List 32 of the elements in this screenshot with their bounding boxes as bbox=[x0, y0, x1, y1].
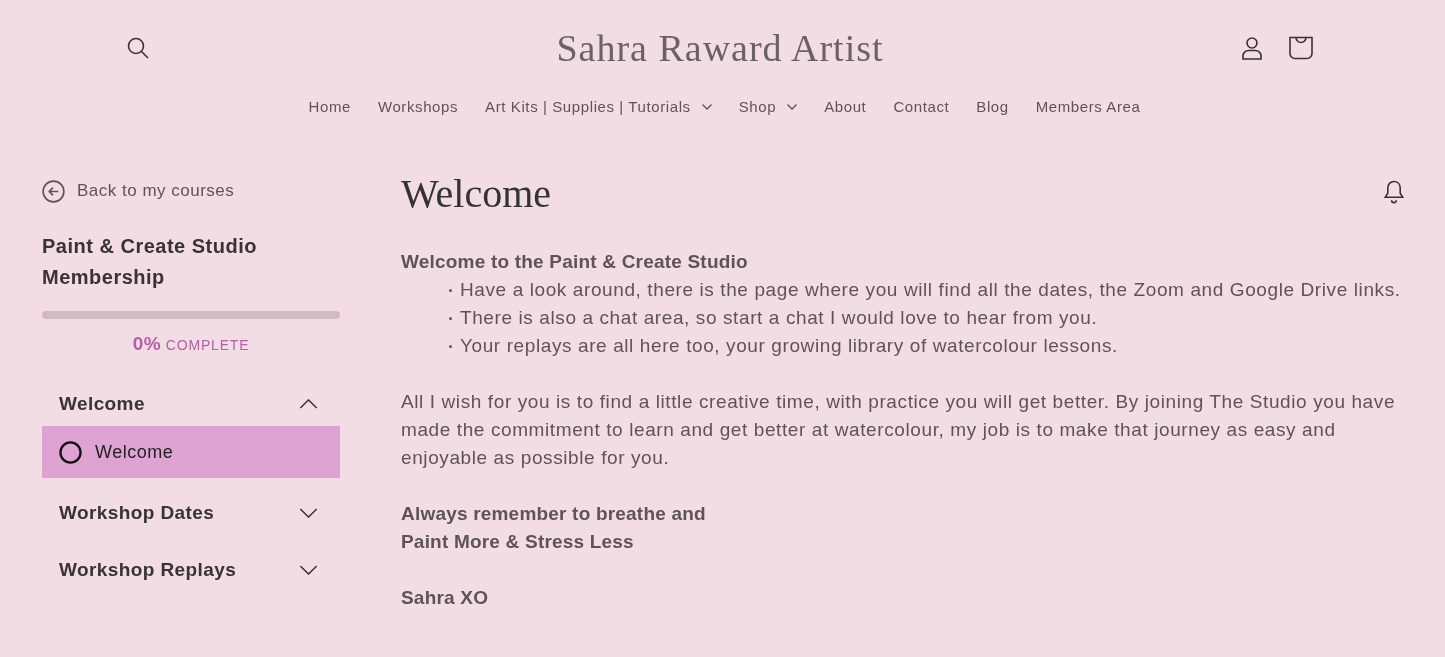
list-item-text: Your replays are all here too, your growing library of watercolour lessons. bbox=[460, 334, 1118, 358]
section-toggle[interactable]: Welcome bbox=[42, 382, 340, 426]
intro-heading: Welcome to the Paint & Create Studio bbox=[401, 250, 749, 274]
nav-link[interactable]: About bbox=[824, 94, 867, 120]
arrow-left-circle-icon bbox=[42, 179, 65, 203]
course-title: Paint & Create Studio Membership bbox=[42, 234, 258, 290]
motto-text: Always remember to breathe and Paint More & Stress Less bbox=[401, 502, 707, 554]
section-toggle[interactable]: Workshop Dates bbox=[42, 491, 340, 535]
page-heading: Welcome bbox=[401, 170, 552, 218]
bullet-icon bbox=[449, 288, 452, 292]
nav-link[interactable]: Workshops bbox=[377, 94, 459, 120]
nav-link[interactable]: Art Kits | Supplies | Tutorials bbox=[485, 94, 712, 120]
nav-link[interactable]: Home bbox=[308, 94, 351, 120]
bullet-icon bbox=[449, 344, 452, 348]
list-item-text: Have a look around, there is the page where you will find all the dates, the Zoom and Google Drive links. bbox=[460, 278, 1401, 302]
body-paragraph: All I wish for you is to find a little creative time, with practice you will get better. By joining The Studio you have made the commitment to learn and get better at watercolour, my job is to make that journey as easy and enjoyable as possible for you. bbox=[401, 390, 1397, 470]
bag-icon[interactable] bbox=[1289, 36, 1313, 60]
bell-icon[interactable] bbox=[1384, 180, 1404, 204]
nav-link[interactable]: Members Area bbox=[1035, 94, 1141, 120]
nav-link[interactable]: Contact bbox=[893, 94, 950, 120]
nav-link[interactable]: Shop bbox=[738, 94, 798, 120]
person-icon[interactable] bbox=[1242, 36, 1262, 60]
progress-label: 0% COMPLETE bbox=[131, 332, 251, 356]
search-icon[interactable] bbox=[127, 37, 149, 59]
bullet-icon bbox=[449, 316, 452, 320]
signature-text: Sahra XO bbox=[401, 586, 490, 610]
list-item-text: There is also a chat area, so start a chat I would love to hear from you. bbox=[460, 306, 1098, 330]
back-link[interactable]: Back to my courses bbox=[42, 178, 340, 204]
section-toggle[interactable]: Workshop Replays bbox=[42, 548, 340, 592]
lesson-item[interactable]: Welcome bbox=[42, 426, 340, 478]
nav-link[interactable]: Blog bbox=[976, 94, 1009, 120]
site-title[interactable]: Sahra Raward Artist bbox=[556, 20, 884, 76]
